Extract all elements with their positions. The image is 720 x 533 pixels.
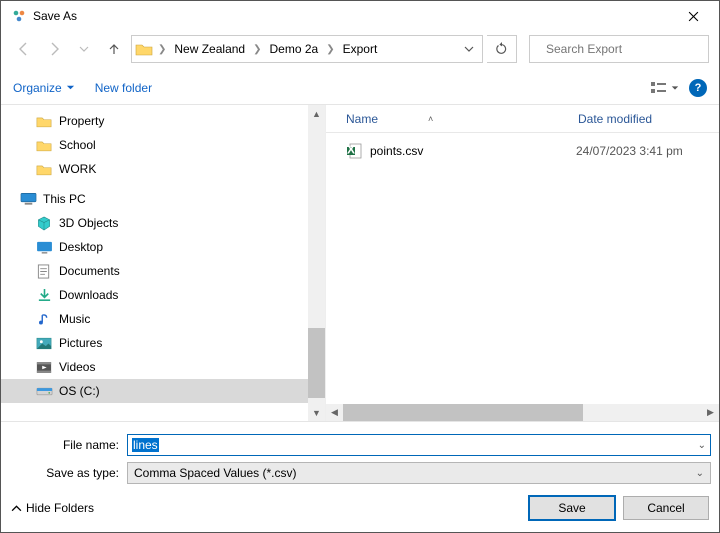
filename-value: lines <box>132 438 159 452</box>
filetype-label: Save as type: <box>9 466 127 480</box>
tree-item-label: Desktop <box>59 240 103 254</box>
file-row[interactable]: X points.csv 24/07/2023 3:41 pm <box>326 139 719 163</box>
address-bar[interactable]: ❯ New Zealand ❯ Demo 2a ❯ Export <box>131 35 483 63</box>
scroll-right-icon[interactable]: ▶ <box>702 404 719 421</box>
tree-item-label: Pictures <box>59 336 102 350</box>
tree-item[interactable]: Property <box>1 109 325 133</box>
search-input[interactable] <box>546 42 701 56</box>
save-button[interactable]: Save <box>529 496 615 520</box>
tree-item-documents[interactable]: Documents <box>1 259 325 283</box>
tree-item[interactable]: WORK <box>1 157 325 181</box>
chevron-down-icon[interactable]: ⌄ <box>698 440 706 451</box>
tree-item-desktop[interactable]: Desktop <box>1 235 325 259</box>
scroll-thumb[interactable] <box>343 404 583 421</box>
scroll-down-icon[interactable]: ▼ <box>308 404 325 421</box>
scroll-thumb[interactable] <box>308 328 325 398</box>
tree-item-pictures[interactable]: Pictures <box>1 331 325 355</box>
folder-icon <box>35 113 53 129</box>
forward-button[interactable] <box>41 36 67 62</box>
svg-text:X: X <box>347 143 355 157</box>
chevron-down-icon[interactable]: ⌄ <box>696 468 704 479</box>
form-area: File name: lines ⌄ Save as type: Comma S… <box>1 421 719 484</box>
csv-file-icon: X <box>346 143 364 159</box>
column-date-header[interactable]: Date modified <box>578 112 719 126</box>
folder-icon <box>134 39 154 59</box>
breadcrumb-item[interactable]: Export <box>339 36 382 62</box>
file-list: Name˄ Date modified X points.csv 24/07/2… <box>325 105 719 421</box>
chevron-right-icon[interactable]: ❯ <box>324 44 336 55</box>
column-name-header[interactable]: Name˄ <box>326 112 578 126</box>
tree-item-label: 3D Objects <box>59 216 118 230</box>
file-name: points.csv <box>370 144 576 158</box>
desktop-icon <box>35 239 53 255</box>
folder-icon <box>35 137 53 153</box>
titlebar: Save As <box>1 1 719 31</box>
address-dropdown[interactable] <box>458 44 480 54</box>
file-date: 24/07/2023 3:41 pm <box>576 144 683 158</box>
tree-item-label: OS (C:) <box>59 384 100 398</box>
chevron-right-icon[interactable]: ❯ <box>156 44 168 55</box>
search-box[interactable] <box>529 35 709 63</box>
nav-tree: Property School WORK This PC 3D Objects … <box>1 105 325 421</box>
tree-item-label: Videos <box>59 360 95 374</box>
drive-icon <box>35 383 53 399</box>
tree-item-label: Documents <box>59 264 120 278</box>
up-button[interactable] <box>101 36 127 62</box>
hide-folders-button[interactable]: Hide Folders <box>11 501 94 515</box>
tree-item-label: Downloads <box>59 288 118 302</box>
breadcrumb-item[interactable]: New Zealand <box>170 36 249 62</box>
pictures-icon <box>35 335 53 351</box>
chevron-up-icon <box>11 503 22 514</box>
tree-this-pc[interactable]: This PC <box>1 187 325 211</box>
tree-item-downloads[interactable]: Downloads <box>1 283 325 307</box>
tree-scrollbar[interactable]: ▲ ▼ <box>308 105 325 421</box>
folder-icon <box>35 161 53 177</box>
files-hscrollbar[interactable]: ◀ ▶ <box>326 404 719 421</box>
breadcrumb-item[interactable]: Demo 2a <box>266 36 323 62</box>
documents-icon <box>35 263 53 279</box>
recent-dropdown[interactable] <box>71 36 97 62</box>
file-list-header: Name˄ Date modified <box>326 105 719 133</box>
tree-item-label: Property <box>59 114 104 128</box>
refresh-button[interactable] <box>487 35 517 63</box>
tree-item-label: This PC <box>43 192 86 206</box>
footer: Hide Folders Save Cancel <box>1 484 719 532</box>
filetype-value: Comma Spaced Values (*.csv) <box>134 466 297 480</box>
cancel-button[interactable]: Cancel <box>623 496 709 520</box>
new-folder-button[interactable]: New folder <box>95 81 152 95</box>
scroll-left-icon[interactable]: ◀ <box>326 404 343 421</box>
organize-button[interactable]: Organize <box>13 81 75 95</box>
scroll-up-icon[interactable]: ▲ <box>308 105 325 122</box>
downloads-icon <box>35 287 53 303</box>
toolbar: Organize New folder ? <box>1 71 719 105</box>
chevron-right-icon[interactable]: ❯ <box>251 44 263 55</box>
videos-icon <box>35 359 53 375</box>
app-icon <box>11 8 27 24</box>
back-button[interactable] <box>11 36 37 62</box>
close-button[interactable] <box>671 2 715 30</box>
tree-item-music[interactable]: Music <box>1 307 325 331</box>
tree-item-label: School <box>59 138 96 152</box>
navbar: ❯ New Zealand ❯ Demo 2a ❯ Export <box>1 31 719 67</box>
music-icon <box>35 311 53 327</box>
tree-item-label: Music <box>59 312 90 326</box>
filename-label: File name: <box>9 438 127 452</box>
window-title: Save As <box>33 9 671 23</box>
pc-icon <box>19 191 37 207</box>
scroll-track[interactable] <box>308 122 325 404</box>
3d-icon <box>35 215 53 231</box>
help-button[interactable]: ? <box>689 79 707 97</box>
tree-item-drive[interactable]: OS (C:) <box>1 379 325 403</box>
tree-item[interactable]: School <box>1 133 325 157</box>
tree-item-videos[interactable]: Videos <box>1 355 325 379</box>
filetype-select[interactable]: Comma Spaced Values (*.csv) ⌄ <box>127 462 711 484</box>
scroll-track[interactable] <box>343 404 702 421</box>
view-options-button[interactable] <box>650 81 679 95</box>
sort-indicator-icon: ˄ <box>428 114 433 124</box>
filename-input[interactable]: lines ⌄ <box>127 434 711 456</box>
tree-item-3d[interactable]: 3D Objects <box>1 211 325 235</box>
body-area: Property School WORK This PC 3D Objects … <box>1 105 719 421</box>
tree-item-label: WORK <box>59 162 96 176</box>
